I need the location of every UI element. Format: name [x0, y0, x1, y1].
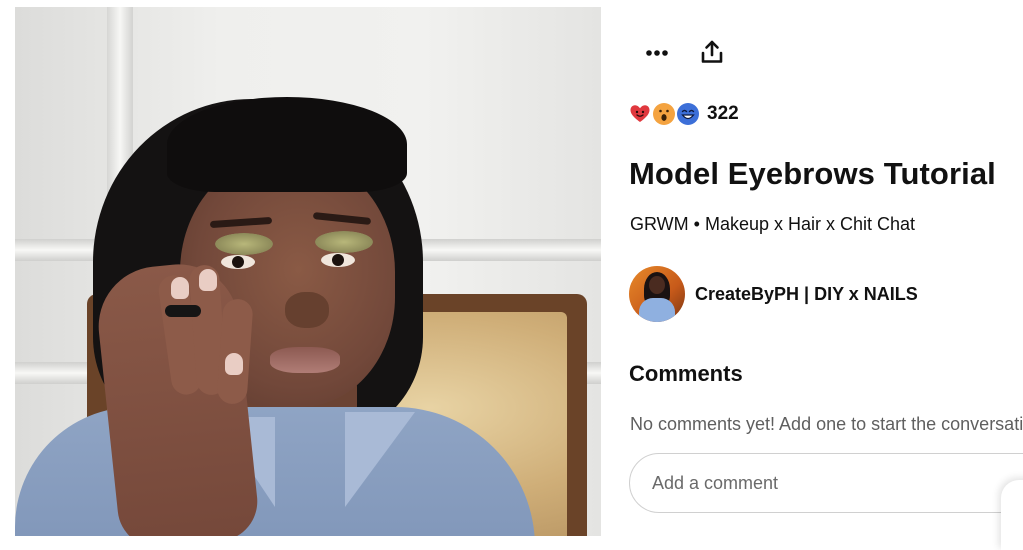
- fingernail: [199, 269, 217, 291]
- more-options-button[interactable]: [637, 33, 677, 73]
- fingernail: [225, 353, 243, 375]
- smile-reaction-icon: [677, 103, 699, 125]
- pin-details-panel: 322 Model Eyebrows Tutorial GRWM • Makeu…: [601, 0, 1023, 550]
- eyeshadow: [215, 233, 273, 255]
- avatar-body: [639, 298, 675, 322]
- video-player[interactable]: [15, 7, 601, 536]
- lips: [270, 347, 340, 373]
- fingernail: [171, 277, 189, 299]
- ring: [165, 305, 201, 317]
- eye: [321, 253, 355, 267]
- eyeshadow: [315, 231, 373, 253]
- creator-avatar[interactable]: [629, 266, 685, 322]
- empty-comments-message: No comments yet! Add one to start the co…: [630, 414, 1023, 434]
- share-button[interactable]: [692, 32, 732, 72]
- wow-reaction-icon: [653, 103, 675, 125]
- comment-composer[interactable]: [629, 453, 1023, 513]
- floating-card-edge: [1001, 480, 1023, 550]
- avatar-face: [649, 276, 665, 294]
- reactions-summary[interactable]: 322: [629, 103, 739, 125]
- shirt: [15, 407, 535, 536]
- eye: [221, 255, 255, 269]
- pin-title: Model Eyebrows Tutorial: [629, 156, 996, 191]
- collar: [345, 412, 415, 507]
- more-horizontal-icon: [646, 50, 668, 56]
- heart-reaction-icon: [629, 103, 651, 125]
- creator-name[interactable]: CreateByPH | DIY x NAILS: [695, 284, 918, 305]
- nose: [285, 292, 329, 328]
- share-icon: [701, 40, 723, 63]
- hair-top: [167, 97, 407, 192]
- creator-profile-link[interactable]: CreateByPH | DIY x NAILS: [629, 266, 918, 322]
- comments-heading: Comments: [629, 361, 743, 386]
- pin-description: GRWM • Makeup x Hair x Chit Chat: [630, 214, 916, 234]
- reaction-count: 322: [707, 103, 739, 124]
- comment-input[interactable]: [650, 454, 984, 513]
